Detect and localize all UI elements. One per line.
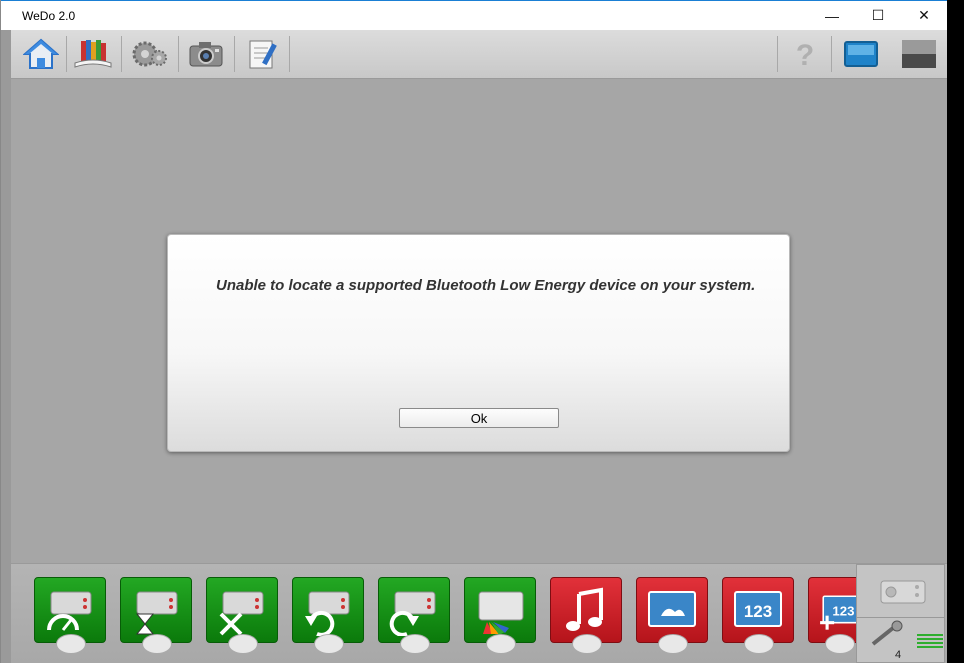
library-button[interactable]: [73, 36, 113, 72]
block-connector: [400, 634, 430, 654]
toolbar-separator: [831, 36, 832, 72]
toolbar-separator: [178, 36, 179, 72]
block-connector: [658, 634, 688, 654]
home-button[interactable]: [21, 36, 61, 72]
panel-icon: [902, 40, 936, 68]
gears-icon: [132, 41, 167, 67]
svg-text:123: 123: [832, 604, 854, 619]
display-image-icon: [648, 591, 696, 627]
svg-text:123: 123: [744, 602, 772, 621]
svg-text:?: ?: [796, 39, 814, 71]
home-icon: [23, 38, 59, 69]
toolbar-separator: [66, 36, 67, 72]
maximize-icon: ☐: [871, 7, 885, 23]
block-connector: [486, 634, 516, 654]
block-connector: [744, 634, 774, 654]
error-dialog: Unable to locate a supported Bluetooth L…: [167, 234, 790, 452]
left-edge: [1, 30, 11, 663]
panel-toggle-button[interactable]: [899, 36, 939, 72]
close-button[interactable]: ✕: [901, 1, 947, 30]
ok-button[interactable]: Ok: [399, 408, 559, 428]
device-counter: 4: [895, 649, 902, 661]
block-connector: [228, 634, 258, 654]
title-bar: WeDo 2.0 — ☐ ✕: [1, 0, 947, 30]
camera-button[interactable]: [186, 36, 226, 72]
minimize-button[interactable]: —: [809, 1, 855, 30]
rotate-right-icon: [389, 591, 436, 636]
display-mode-button[interactable]: [841, 36, 881, 72]
toolbar-separator: [289, 36, 290, 72]
motor-speed-icon: [47, 591, 92, 631]
settings-button[interactable]: [129, 36, 169, 72]
display-add-icon: 123: [820, 595, 859, 630]
block-connector: [142, 634, 172, 654]
device-panel: 4: [856, 564, 945, 663]
app-window: WeDo 2.0 — ☐ ✕ ? 123 123 4 Unable to loc…: [0, 0, 947, 663]
level-bars-icon: [917, 634, 943, 648]
documentation-button[interactable]: [243, 36, 283, 72]
display-123-icon: 123: [734, 591, 782, 627]
block-palette: 123 123: [11, 563, 947, 663]
block-connector: [56, 634, 86, 654]
block-connector: [572, 634, 602, 654]
toolbar-separator: [777, 36, 778, 72]
camera-icon: [189, 42, 223, 67]
toolbar-separator: [121, 36, 122, 72]
display-add-block[interactable]: 123: [808, 577, 859, 643]
notepad-pencil-icon: [249, 40, 277, 69]
window-title: WeDo 2.0: [22, 9, 76, 23]
block-connector: [314, 634, 344, 654]
help-button[interactable]: ?: [785, 36, 825, 72]
dialog-message: Unable to locate a supported Bluetooth L…: [216, 277, 756, 294]
monitor-icon: [844, 41, 878, 67]
minimize-icon: —: [825, 7, 839, 24]
smarthub-device-icon[interactable]: [867, 571, 935, 617]
motor-stop-icon: [219, 591, 264, 636]
close-icon: ✕: [918, 7, 930, 23]
panel-divider: [857, 617, 944, 618]
books-icon: [74, 40, 112, 68]
music-note-icon: [566, 587, 603, 631]
question-mark-icon: ?: [796, 39, 814, 71]
smarthub-light-icon: [478, 591, 524, 635]
motor-hourglass-icon: [135, 591, 178, 635]
toolbar-separator: [234, 36, 235, 72]
microphone-sensor-icon[interactable]: [867, 620, 913, 648]
maximize-button[interactable]: ☐: [855, 1, 901, 30]
rotate-left-icon: [305, 591, 350, 636]
block-connector: [825, 634, 855, 654]
main-toolbar: ?: [11, 30, 947, 79]
